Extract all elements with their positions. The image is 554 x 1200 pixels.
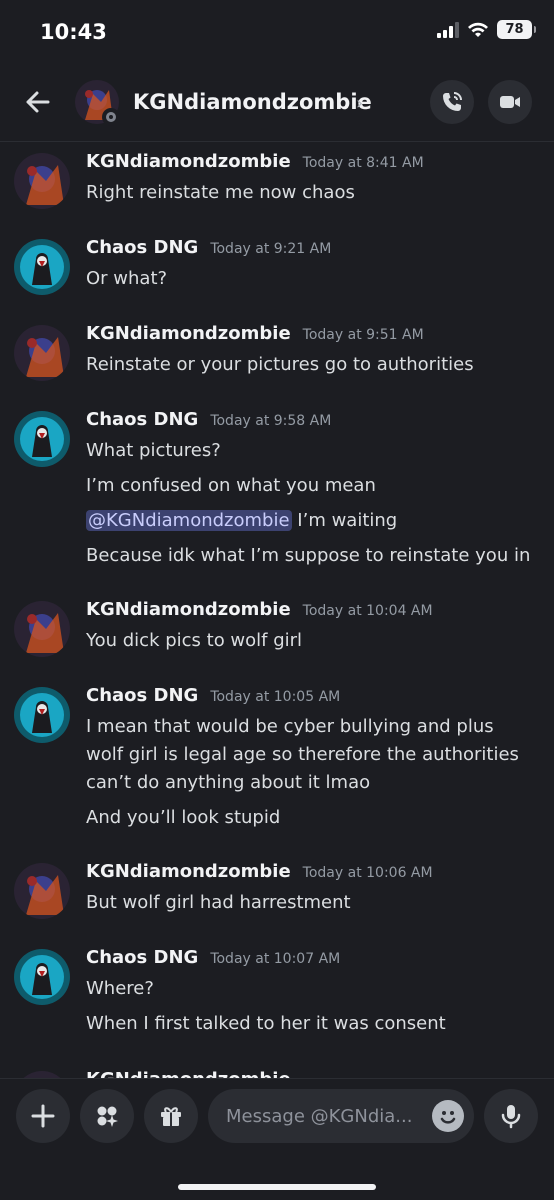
plus-icon	[31, 1104, 55, 1128]
voice-message-button[interactable]	[484, 1089, 538, 1143]
emoji-button[interactable]	[432, 1100, 464, 1132]
message-timestamp: Today at 10:07 AM	[210, 951, 341, 967]
message-text: Where?	[86, 978, 154, 999]
message-text: You dick pics to wolf girl	[86, 630, 303, 651]
message-author[interactable]: KGNdiamondzombie	[86, 151, 291, 172]
message-author[interactable]: KGNdiamondzombie	[86, 861, 291, 882]
status-bar: 10:43 78	[0, 0, 554, 66]
phone-call-icon	[443, 92, 462, 111]
message-group: KGNdiamondzombie Today at 10:06 AM But wo…	[0, 857, 554, 924]
message-text: Or what?	[86, 268, 168, 289]
message-group: Chaos DNG Today at 9:21 AM Or what?	[0, 233, 554, 300]
composer-bar	[0, 1078, 554, 1200]
offline-status-icon	[102, 108, 120, 126]
video-camera-icon	[500, 96, 520, 108]
avatar[interactable]	[14, 411, 70, 467]
page-title[interactable]: KGNdiamondzombie	[133, 90, 372, 114]
message-list[interactable]: KGNdiamondzombie Today at 8:41 AM Right r…	[0, 143, 554, 1078]
emoji-icon	[440, 1111, 456, 1124]
message-text-fragment: I’m waiting	[291, 510, 398, 531]
avatar[interactable]	[14, 153, 70, 209]
battery-indicator: 78	[497, 20, 536, 39]
avatar[interactable]	[14, 863, 70, 919]
message-text: When I first talked to her it was consen…	[86, 1013, 446, 1034]
message-group: KGNdiamondzombie	[0, 1065, 554, 1078]
message-timestamp: Today at 10:06 AM	[302, 865, 433, 881]
message-timestamp: Today at 10:04 AM	[302, 603, 433, 619]
message-text: What pictures?	[86, 440, 221, 461]
apps-icon	[97, 1106, 118, 1127]
chevron-right-icon[interactable]: ›	[356, 93, 363, 114]
message-author[interactable]: Chaos DNG	[86, 947, 198, 968]
message-text: Because idk what I’m suppose to reinstat…	[86, 545, 531, 566]
microphone-icon	[501, 1105, 521, 1129]
wifi-icon	[468, 22, 488, 37]
message-timestamp: Today at 9:58 AM	[210, 413, 332, 429]
avatar[interactable]	[14, 687, 70, 743]
back-arrow-icon[interactable]	[20, 84, 56, 120]
message-timestamp: Today at 10:05 AM	[210, 689, 341, 705]
dm-header: KGNdiamondzombie ›	[0, 66, 554, 142]
message-group: Chaos DNG Today at 9:58 AM What pictures?…	[0, 405, 554, 577]
message-text: I’m confused on what you mean	[86, 475, 376, 496]
message-text: And you’ll look stupid	[86, 807, 281, 828]
message-text: But wolf girl had harrestment	[86, 892, 351, 913]
message-author[interactable]: KGNdiamondzombie	[86, 599, 291, 620]
message-group: KGNdiamondzombie Today at 10:04 AM You di…	[0, 595, 554, 662]
message-text: I mean that would be cyber bullying and …	[86, 716, 519, 793]
apps-button[interactable]	[80, 1089, 134, 1143]
avatar[interactable]	[14, 325, 70, 381]
message-group: KGNdiamondzombie Today at 8:41 AM Right r…	[0, 147, 554, 214]
message-group: Chaos DNG Today at 10:07 AM Where? When I…	[0, 943, 554, 1045]
message-author[interactable]: Chaos DNG	[86, 685, 198, 706]
status-time: 10:43	[40, 20, 107, 44]
add-attachment-button[interactable]	[16, 1089, 70, 1143]
message-input[interactable]	[226, 1089, 416, 1143]
avatar[interactable]	[14, 1071, 70, 1078]
gift-icon	[161, 1107, 181, 1126]
status-icons: 78	[437, 20, 536, 39]
message-timestamp: Today at 9:21 AM	[210, 241, 332, 257]
message-timestamp: Today at 8:41 AM	[302, 155, 424, 171]
avatar[interactable]	[14, 601, 70, 657]
message-author[interactable]: Chaos DNG	[86, 409, 198, 430]
message-group: Chaos DNG Today at 10:05 AM I mean that w…	[0, 681, 554, 839]
message-text: @KGNdiamondzombie I’m waiting	[86, 507, 536, 542]
message-group: KGNdiamondzombie Today at 9:51 AM Reinsta…	[0, 319, 554, 386]
voice-call-button[interactable]	[430, 80, 474, 124]
video-call-button[interactable]	[488, 80, 532, 124]
message-input-container[interactable]	[208, 1089, 474, 1143]
avatar[interactable]	[14, 949, 70, 1005]
home-indicator[interactable]	[178, 1184, 376, 1190]
gift-button[interactable]	[144, 1089, 198, 1143]
user-mention[interactable]: @KGNdiamondzombie	[86, 510, 292, 531]
message-timestamp: Today at 9:51 AM	[302, 327, 424, 343]
message-author[interactable]: Chaos DNG	[86, 237, 198, 258]
signal-icon	[437, 21, 459, 38]
message-text: Reinstate or your pictures go to authori…	[86, 354, 474, 375]
avatar[interactable]	[14, 239, 70, 295]
message-author[interactable]: KGNdiamondzombie	[86, 1069, 291, 1078]
message-text: Right reinstate me now chaos	[86, 182, 355, 203]
message-author[interactable]: KGNdiamondzombie	[86, 323, 291, 344]
